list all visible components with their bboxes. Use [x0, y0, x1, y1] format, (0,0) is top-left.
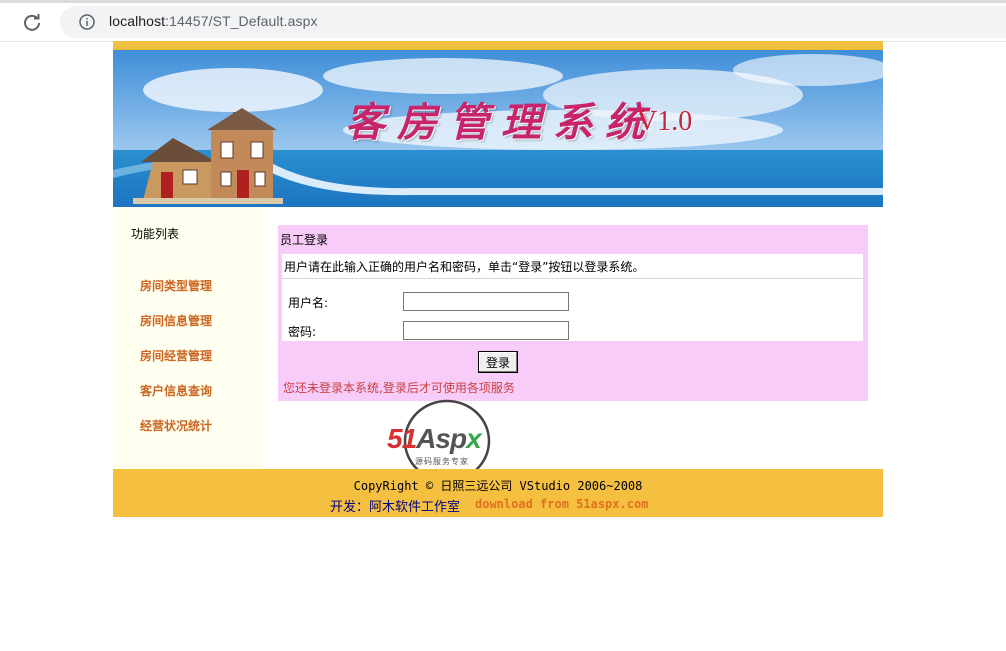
footer-copyright: CopyRight © 日照三远公司 VStudio 2006~2008 [353, 479, 643, 493]
login-instruction: 用户请在此输入正确的用户名和密码，单击“登录”按钮以登录系统。 [284, 260, 645, 274]
logo-num: 51 [387, 423, 417, 454]
browser-toolbar: localhost:14457/ST_Default.aspx [0, 3, 1006, 42]
password-input[interactable] [403, 321, 569, 340]
login-status-message: 您还未登录本系统,登录后才可使用各项服务 [283, 381, 515, 395]
footer-download-note: download from 51aspx.com [475, 497, 649, 511]
site-info-icon[interactable] [79, 14, 95, 30]
footer-developer: 开发：阿木软件工作室 [330, 496, 460, 515]
reload-icon[interactable] [20, 10, 44, 34]
login-button[interactable]: 登录 [478, 351, 518, 373]
login-header: 员工登录 [280, 233, 329, 247]
logo-tagline: 源码服务专家 [415, 457, 469, 466]
username-input[interactable] [403, 292, 569, 311]
sidebar-title: 功能列表 [131, 227, 180, 241]
password-label: 密码: [288, 325, 317, 339]
banner: 客房管理系统 V1.0 [113, 50, 883, 207]
main-content: 功能列表 房间类型管理 房间信息管理 房间经营管理 客户信息查询 经营状况统计 … [113, 207, 883, 469]
sidebar-item-customer-query[interactable]: 客户信息查询 [140, 382, 212, 399]
banner-version: V1.0 [637, 106, 693, 137]
page-container: 客房管理系统 V1.0 功能列表 房间类型管理 房间信息管理 房间经营管理 客户… [113, 41, 883, 517]
address-bar[interactable]: localhost:14457/ST_Default.aspx [60, 6, 1006, 38]
top-stripe [113, 41, 883, 50]
developer-link[interactable]: 开发：阿木软件工作室 [330, 500, 460, 515]
logo-x: x [466, 423, 482, 454]
login-panel: 员工登录 用户请在此输入正确的用户名和密码，单击“登录”按钮以登录系统。 用户名… [278, 225, 868, 401]
username-label: 用户名: [288, 296, 329, 310]
sidebar-item-room-business[interactable]: 房间经营管理 [140, 347, 212, 364]
sidebar: 功能列表 房间类型管理 房间信息管理 房间经营管理 客户信息查询 经营状况统计 [113, 207, 263, 469]
url-text[interactable]: localhost:14457/ST_Default.aspx [109, 13, 318, 29]
url-path: :14457/ST_Default.aspx [165, 13, 318, 29]
logo-asp: Asp [416, 423, 467, 454]
banner-title: 客房管理系统 [345, 99, 657, 146]
login-form: 用户请在此输入正确的用户名和密码，单击“登录”按钮以登录系统。 用户名: 密码: [282, 254, 863, 341]
51aspx-watermark-logo: 51Aspx 源码服务专家 [385, 399, 515, 469]
sidebar-item-room-info[interactable]: 房间信息管理 [140, 312, 212, 329]
sidebar-item-business-stats[interactable]: 经营状况统计 [140, 417, 212, 434]
form-divider [282, 278, 863, 279]
footer: CopyRight © 日照三远公司 VStudio 2006~2008 开发：… [113, 469, 883, 517]
logo-wordmark: 51Aspx [387, 423, 482, 455]
sidebar-item-room-type[interactable]: 房间类型管理 [140, 277, 212, 294]
url-host: localhost [109, 13, 166, 29]
